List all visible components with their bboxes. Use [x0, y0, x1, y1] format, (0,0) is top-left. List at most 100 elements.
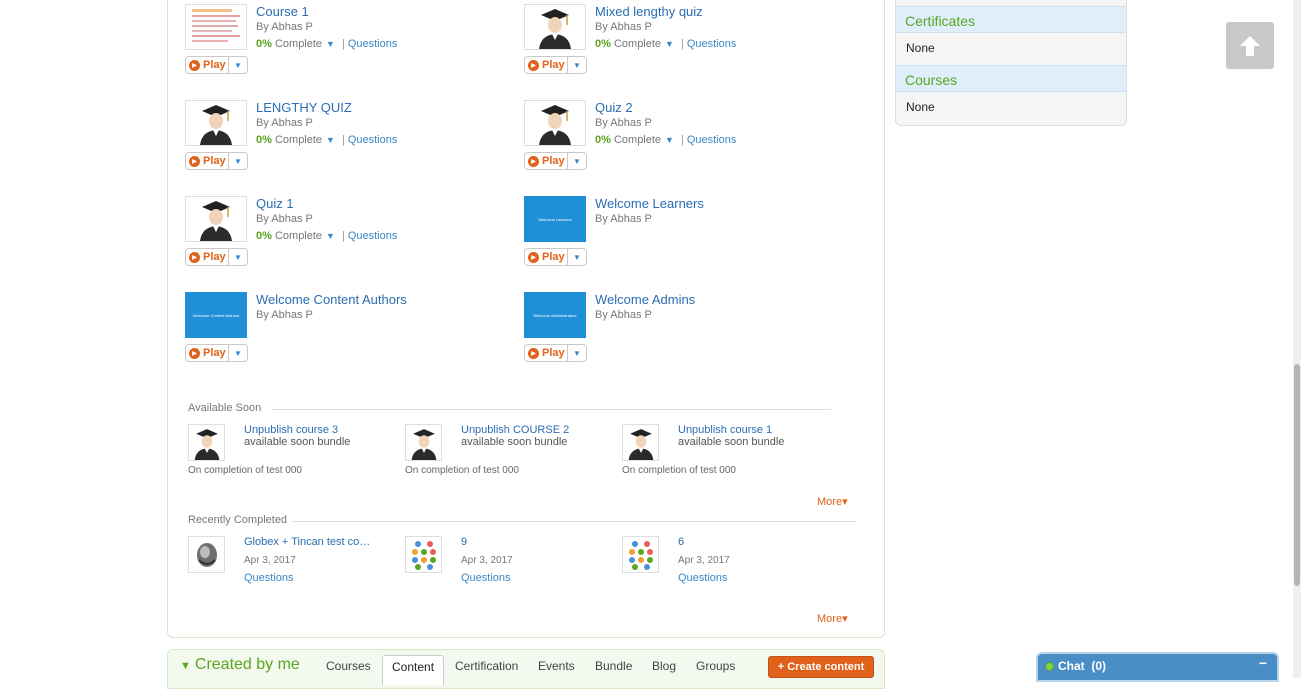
arrow-up-icon [1240, 35, 1260, 56]
play-button[interactable]: ▶ Play ▼ [185, 152, 248, 170]
play-label: Play [203, 251, 226, 263]
collapse-triangle-icon: ▼ [180, 660, 191, 672]
item-title[interactable]: Unpublish course 3 [244, 424, 338, 436]
course-title[interactable]: Quiz 2 [595, 100, 633, 115]
course-title[interactable]: Welcome Learners [595, 196, 704, 211]
item-title[interactable]: Unpublish course 1 [678, 424, 772, 436]
item-thumbnail[interactable] [622, 424, 659, 461]
item-thumbnail[interactable] [405, 536, 442, 573]
chevron-down-icon[interactable]: ▼ [326, 135, 335, 145]
course-progress: 0% Complete ▼ | Questions [595, 38, 736, 50]
play-button[interactable]: ▶ Play ▼ [524, 344, 587, 362]
tab-courses[interactable]: Courses [326, 659, 371, 673]
separator: | [341, 230, 345, 242]
document-thumbnail-icon [186, 5, 246, 49]
more-link[interactable]: More▾ [817, 495, 848, 508]
course-title[interactable]: Course 1 [256, 4, 309, 19]
play-dropdown-icon[interactable]: ▼ [229, 61, 247, 70]
course-card: Welcome Administrators Welcome Admins By… [524, 292, 824, 372]
play-button[interactable]: ▶ Play ▼ [524, 152, 587, 170]
chat-label: Chat (0) [1058, 659, 1106, 673]
play-main[interactable]: ▶ Play [525, 345, 568, 361]
play-main[interactable]: ▶ Play [186, 153, 229, 169]
tab-groups[interactable]: Groups [696, 659, 735, 673]
course-author: By Abhas P [595, 309, 652, 321]
item-title[interactable]: Unpublish COURSE 2 [461, 424, 569, 436]
tab-blog[interactable]: Blog [652, 659, 676, 673]
course-card: Mixed lengthy quiz By Abhas P 0% Complet… [524, 4, 824, 84]
course-thumbnail[interactable] [185, 100, 247, 146]
course-thumbnail[interactable]: Welcome Learners [524, 196, 586, 242]
more-link[interactable]: More▾ [817, 612, 848, 625]
play-button[interactable]: ▶ Play ▼ [524, 248, 587, 266]
play-dropdown-icon[interactable]: ▼ [568, 61, 586, 70]
course-title[interactable]: Welcome Content Authors [256, 292, 407, 307]
chevron-down-icon[interactable]: ▼ [326, 231, 335, 241]
play-main[interactable]: ▶ Play [525, 153, 568, 169]
graduate-avatar-icon [539, 9, 571, 49]
list-item: Unpublish course 1 available soon bundle… [622, 424, 832, 484]
course-progress: 0% Complete ▼ | Questions [256, 230, 397, 242]
play-main[interactable]: ▶ Play [186, 345, 229, 361]
questions-link[interactable]: Questions [678, 572, 728, 584]
play-button[interactable]: ▶ Play ▼ [185, 56, 248, 74]
tab-bundle[interactable]: Bundle [595, 659, 632, 673]
play-button[interactable]: ▶ Play ▼ [185, 248, 248, 266]
questions-link[interactable]: Questions [348, 134, 398, 146]
questions-link[interactable]: Questions [244, 572, 294, 584]
questions-link[interactable]: Questions [348, 230, 398, 242]
course-thumbnail[interactable]: Welcome Content Authors [185, 292, 247, 338]
item-thumbnail[interactable] [622, 536, 659, 573]
questions-link[interactable]: Questions [348, 38, 398, 50]
created-by-me-heading[interactable]: ▼ Created by me [180, 656, 300, 674]
play-dropdown-icon[interactable]: ▼ [229, 157, 247, 166]
dots-grid-icon [411, 540, 436, 570]
courses-value: None [906, 100, 935, 114]
chevron-down-icon[interactable]: ▼ [326, 39, 335, 49]
course-thumbnail[interactable] [524, 100, 586, 146]
play-button[interactable]: ▶ Play ▼ [185, 344, 248, 362]
play-main[interactable]: ▶ Play [525, 57, 568, 73]
item-thumbnail[interactable] [188, 536, 225, 573]
scrollbar-thumb[interactable] [1294, 364, 1300, 586]
play-dropdown-icon[interactable]: ▼ [568, 253, 586, 262]
item-thumbnail[interactable] [188, 424, 225, 461]
item-thumbnail[interactable] [405, 424, 442, 461]
chevron-down-icon[interactable]: ▼ [665, 39, 674, 49]
course-thumbnail[interactable]: Welcome Administrators [524, 292, 586, 338]
course-thumbnail[interactable] [185, 196, 247, 242]
play-dropdown-icon[interactable]: ▼ [568, 157, 586, 166]
create-content-button[interactable]: + Create content [768, 656, 874, 678]
course-title[interactable]: Mixed lengthy quiz [595, 4, 703, 19]
play-dropdown-icon[interactable]: ▼ [229, 349, 247, 358]
questions-link[interactable]: Questions [687, 38, 737, 50]
back-to-top-button[interactable] [1226, 22, 1274, 69]
item-title[interactable]: Globex + Tincan test co… [244, 536, 370, 548]
chevron-down-icon[interactable]: ▼ [665, 135, 674, 145]
course-progress: 0% Complete ▼ | Questions [256, 38, 397, 50]
item-title[interactable]: 9 [461, 536, 467, 548]
course-title[interactable]: LENGTHY QUIZ [256, 100, 352, 115]
play-button[interactable]: ▶ Play ▼ [524, 56, 587, 74]
tab-certification[interactable]: Certification [455, 659, 518, 673]
questions-link[interactable]: Questions [687, 134, 737, 146]
course-thumbnail[interactable] [524, 4, 586, 50]
course-author: By Abhas P [595, 117, 652, 129]
course-title[interactable]: Quiz 1 [256, 196, 294, 211]
course-thumbnail[interactable] [185, 4, 247, 50]
course-title[interactable]: Welcome Admins [595, 292, 695, 307]
questions-link[interactable]: Questions [461, 572, 511, 584]
chat-title: Chat [1058, 659, 1085, 673]
play-dropdown-icon[interactable]: ▼ [568, 349, 586, 358]
play-dropdown-icon[interactable]: ▼ [229, 253, 247, 262]
play-main[interactable]: ▶ Play [525, 249, 568, 265]
play-main[interactable]: ▶ Play [186, 57, 229, 73]
item-title[interactable]: 6 [678, 536, 684, 548]
separator: | [341, 134, 345, 146]
course-card: Course 1 By Abhas P 0% Complete ▼ | Questio… [185, 4, 485, 84]
tab-content[interactable]: Content [382, 655, 445, 685]
minimize-icon[interactable]: − [1259, 655, 1267, 671]
chat-count: (0) [1091, 659, 1107, 673]
play-main[interactable]: ▶ Play [186, 249, 229, 265]
tab-events[interactable]: Events [538, 659, 575, 673]
